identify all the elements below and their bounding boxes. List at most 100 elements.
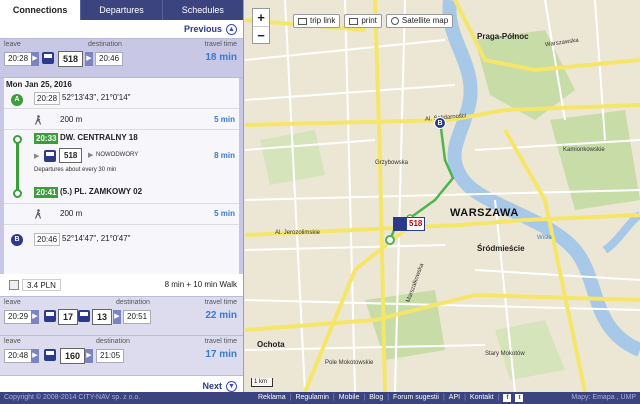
- zoom-in-button[interactable]: +: [253, 9, 269, 26]
- trip-date: Mon Jan 25, 2016: [6, 80, 72, 89]
- next-row: Next ▼: [0, 376, 243, 392]
- arrow-right-icon: ▶: [88, 152, 94, 159]
- previous-button[interactable]: Previous ▲: [183, 23, 237, 35]
- bus-icon: [44, 150, 56, 162]
- map-label: Grzybowska: [375, 160, 409, 166]
- map-toolbar: trip link print Satellite map: [293, 14, 454, 28]
- copyright: Copyright © 2008-2014 CITY-NAV sp. z o.o…: [4, 394, 141, 401]
- ride-direction: NOWODWORY: [96, 152, 139, 158]
- bus-marker-line: 518: [409, 219, 423, 228]
- satellite-map-button[interactable]: Satellite map: [385, 14, 454, 28]
- leave-label: leave: [4, 41, 21, 48]
- map-scale: 1 km: [251, 378, 273, 387]
- footer-link-kontakt[interactable]: Kontakt: [470, 392, 494, 404]
- map-view[interactable]: + − trip link print Satellite map Praga-…: [245, 0, 640, 392]
- zoom-control: + −: [252, 8, 270, 44]
- bus-icon: [42, 52, 54, 64]
- footer-link-reklama[interactable]: Reklama: [258, 392, 286, 404]
- footer-link-mobile[interactable]: Mobile: [339, 392, 360, 404]
- connection-row-2[interactable]: leave destination travel time 20:29 ▶ 17…: [0, 296, 243, 336]
- travel-time: 22 min: [205, 310, 237, 321]
- ticket-icon: [9, 280, 19, 290]
- zoom-out-button[interactable]: −: [253, 26, 269, 43]
- board-time: 20:33: [34, 133, 59, 144]
- price-row: 3.4 PLN 8 min + 10 min Walk: [0, 274, 243, 296]
- map-label: Al. Jerozolimskie: [275, 230, 321, 236]
- chevron-up-icon: ▲: [226, 23, 237, 35]
- map-attribution: Mapy: Emapa , UMP: [571, 394, 636, 401]
- alight-time: 20:41: [34, 187, 59, 198]
- connections-panel: Connections Departures Schedules Previou…: [0, 0, 244, 392]
- arrow-right-icon: ▶: [31, 52, 39, 66]
- leave-time: 20:48: [4, 349, 33, 363]
- map-label: Pole Mokotowskie: [325, 360, 374, 366]
- tab-connections[interactable]: Connections: [0, 0, 81, 20]
- print-button[interactable]: print: [344, 14, 382, 28]
- footer-link-api[interactable]: API: [449, 392, 460, 404]
- ticket-price: 3.4 PLN: [22, 279, 61, 291]
- start-marker: A: [11, 94, 23, 106]
- twitter-icon[interactable]: t: [515, 394, 524, 402]
- line-number: 160: [60, 348, 86, 364]
- walk-icon: [34, 115, 42, 125]
- route-line: [16, 140, 19, 194]
- trip-link-button[interactable]: trip link: [293, 14, 341, 28]
- footer-link-forum[interactable]: Forum sugestii: [393, 392, 439, 404]
- destination-time: 20:46: [95, 52, 124, 66]
- print-icon: [349, 17, 359, 25]
- link-icon: [298, 17, 307, 25]
- ride-line: 518: [59, 148, 83, 163]
- footer-links: Reklama | Regulamin | Mobile | Blog | Forum …: [258, 392, 524, 404]
- map-label: Śródmieście: [477, 244, 525, 253]
- travel-time-label: travel time: [204, 338, 237, 345]
- walk-icon: [34, 209, 42, 219]
- map-label: WARSZAWA: [450, 207, 519, 219]
- next-label: Next: [202, 381, 222, 391]
- alight-dot: [13, 189, 22, 198]
- walk-distance: 200 m: [60, 209, 83, 218]
- travel-time-label: travel time: [204, 41, 237, 48]
- leave-time: 20:28: [4, 52, 33, 66]
- previous-label: Previous: [183, 24, 222, 34]
- line-number: 13: [92, 309, 113, 325]
- connection-row-3[interactable]: leave destination travel time 20:48 ▶ 16…: [0, 336, 243, 376]
- footer-link-blog[interactable]: Blog: [369, 392, 383, 404]
- destination-time: 20:51: [123, 310, 152, 324]
- destination-pin[interactable]: B: [434, 117, 446, 129]
- connection-details: Mon Jan 25, 2016 A 20:28 52°13'43", 21°0…: [0, 78, 243, 274]
- previous-row: Previous ▲: [0, 20, 243, 38]
- leave-label: leave: [4, 299, 21, 306]
- ride-time: 8 min: [214, 151, 235, 160]
- arrow-right-icon: ▶: [85, 349, 93, 363]
- tab-bar: Connections Departures Schedules: [0, 0, 243, 20]
- next-button[interactable]: Next ▼: [202, 380, 237, 392]
- arrow-right-icon: ▶: [113, 310, 121, 324]
- travel-time-label: travel time: [204, 299, 237, 306]
- travel-time: 18 min: [205, 52, 237, 63]
- tab-departures[interactable]: Departures: [80, 0, 161, 20]
- start-time: 20:28: [34, 92, 61, 105]
- footer-link-regulamin[interactable]: Regulamin: [295, 392, 328, 404]
- line-number: 518: [58, 51, 84, 67]
- map-label: Ochota: [257, 340, 285, 349]
- leave-label: leave: [4, 338, 21, 345]
- expand-arrow-icon[interactable]: ▶: [34, 152, 39, 160]
- map-label: Praga-Północ: [477, 32, 529, 41]
- footer: Copyright © 2008-2014 CITY-NAV sp. z o.o…: [0, 392, 640, 404]
- tab-schedules[interactable]: Schedules: [161, 0, 243, 20]
- map-canvas[interactable]: [245, 0, 640, 392]
- ride-note: Departures about every 30 min: [34, 167, 117, 173]
- arrow-right-icon: ▶: [85, 52, 93, 66]
- connection-row-1[interactable]: leave destination travel time 20:28 ▶ 51…: [0, 38, 243, 78]
- walk-time: 5 min: [214, 209, 235, 218]
- board-dot: [13, 135, 22, 144]
- chevron-down-icon: ▼: [226, 380, 237, 392]
- arrow-right-icon: ▶: [31, 310, 39, 324]
- bus-icon: [394, 218, 407, 230]
- bus-marker[interactable]: 518: [393, 217, 426, 231]
- facebook-icon[interactable]: f: [503, 394, 512, 402]
- end-time: 20:46: [34, 233, 61, 246]
- destination-label: destination: [96, 338, 130, 345]
- bus-icon: [44, 349, 56, 361]
- map-label: Wisła: [537, 235, 552, 241]
